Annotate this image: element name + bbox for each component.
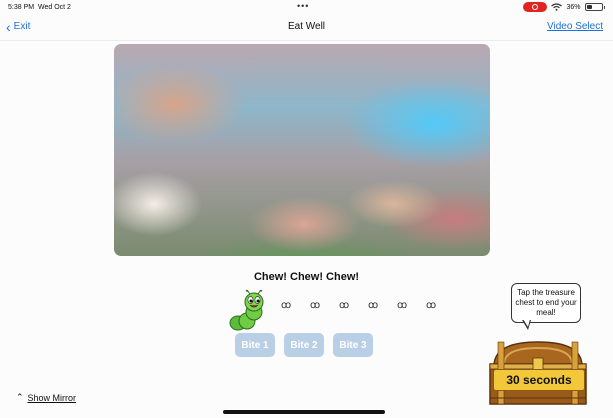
- ant-row: ꝏ ꝏ ꝏ ꝏ ꝏ ꝏ: [281, 300, 441, 314]
- ant-icon: ꝏ: [339, 300, 350, 311]
- caterpillar-icon: [229, 290, 264, 331]
- bite-1-button[interactable]: Bite 1: [235, 333, 275, 357]
- battery-percent: 36%: [566, 3, 581, 11]
- timer-label[interactable]: 30 seconds: [493, 369, 585, 391]
- ant-icon: ꝏ: [310, 300, 321, 311]
- navigation-bar: ‹ Exit Eat Well Video Select: [0, 16, 613, 41]
- ant-icon: ꝏ: [281, 300, 292, 311]
- bite-buttons: Bite 1 Bite 2 Bite 3: [235, 333, 373, 357]
- treasure-hint-bubble: Tap the treasure chest to end your meal!: [511, 283, 581, 323]
- status-time: 5:38 PM: [8, 4, 35, 11]
- multitasking-dots-icon[interactable]: •••: [297, 1, 309, 11]
- battery-icon: [584, 3, 603, 11]
- wifi-icon: [551, 3, 563, 11]
- status-date: Wed Oct 2: [38, 4, 71, 11]
- chevron-up-icon: ⌃: [16, 392, 24, 402]
- video-player[interactable]: [114, 44, 490, 256]
- status-indicators: 36%: [523, 2, 605, 12]
- home-indicator[interactable]: [223, 410, 385, 414]
- show-mirror-button[interactable]: ⌃ Show Mirror: [16, 392, 76, 403]
- video-select-link[interactable]: Video Select: [547, 21, 603, 32]
- status-bar: 5:38 PM Wed Oct 2 ••• 36%: [0, 0, 613, 16]
- ant-icon: ꝏ: [368, 300, 379, 311]
- bite-3-button[interactable]: Bite 3: [333, 333, 373, 357]
- ant-icon: ꝏ: [397, 300, 408, 311]
- show-mirror-label: Show Mirror: [27, 392, 77, 403]
- page-title: Eat Well: [287, 21, 326, 32]
- ant-icon: ꝏ: [426, 300, 437, 311]
- screen-record-icon[interactable]: [523, 2, 548, 12]
- chew-prompt: Chew! Chew! Chew!: [253, 271, 360, 283]
- bite-2-button[interactable]: Bite 2: [284, 333, 324, 357]
